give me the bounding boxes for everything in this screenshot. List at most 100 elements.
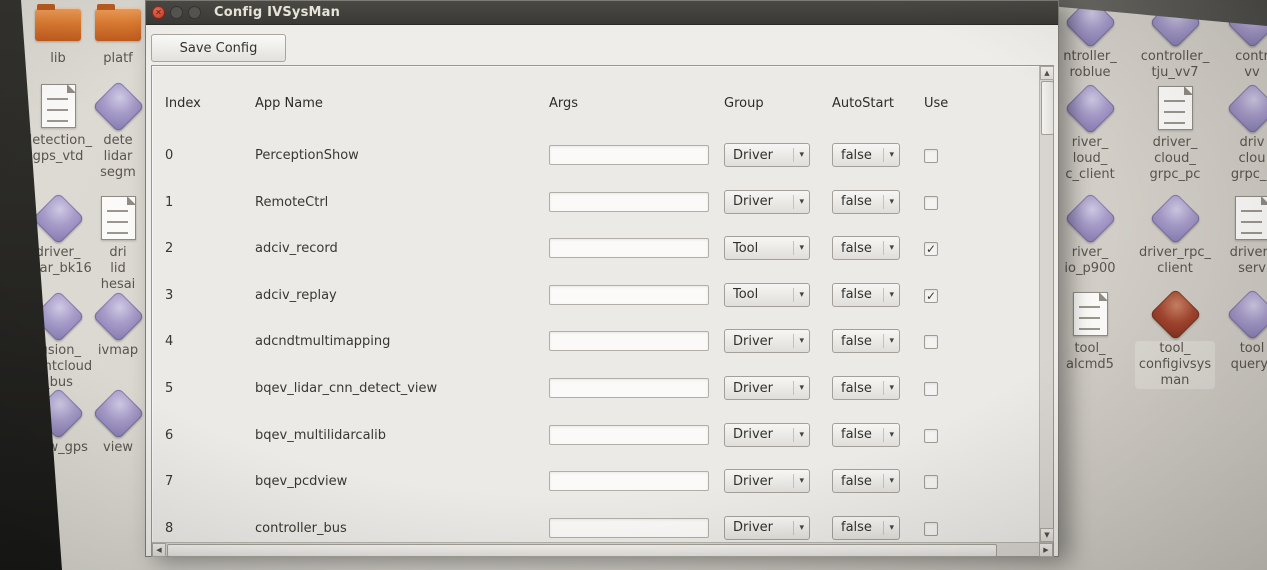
scroll-down-button[interactable]: ▼ bbox=[1040, 528, 1054, 542]
group-dropdown[interactable]: Driver ▾ bbox=[724, 329, 810, 353]
args-input[interactable] bbox=[549, 425, 709, 445]
scroll-up-icon: ▲ bbox=[1044, 69, 1049, 77]
table-row: 3 adciv_replay Tool ▾ false ▾ ✓ bbox=[152, 273, 1040, 319]
autostart-dropdown[interactable]: false ▾ bbox=[832, 423, 900, 447]
diamond-icon bbox=[92, 80, 144, 132]
chevron-down-icon: ▾ bbox=[793, 474, 809, 488]
row-app-name: bqev_lidar_cnn_detect_view bbox=[255, 381, 437, 396]
use-checkbox[interactable] bbox=[924, 149, 938, 163]
vertical-scrollbar[interactable]: ▲ ▼ bbox=[1039, 66, 1053, 542]
group-dropdown[interactable]: Driver ▾ bbox=[724, 423, 810, 447]
scroll-left-icon: ◀ bbox=[156, 546, 161, 554]
icon-label-line: grpc_s bbox=[1202, 167, 1267, 183]
autostart-value: false bbox=[833, 241, 883, 256]
folder-icon bbox=[95, 8, 141, 41]
icon-label-line: configivsys bbox=[1139, 357, 1211, 373]
use-checkbox[interactable] bbox=[924, 196, 938, 210]
use-checkbox[interactable] bbox=[924, 335, 938, 349]
autostart-dropdown[interactable]: false ▾ bbox=[832, 376, 900, 400]
chevron-down-icon: ▾ bbox=[793, 288, 809, 302]
autostart-dropdown[interactable]: false ▾ bbox=[832, 236, 900, 260]
group-dropdown[interactable]: Driver ▾ bbox=[724, 516, 810, 540]
autostart-dropdown[interactable]: false ▾ bbox=[832, 516, 900, 540]
group-value: Driver bbox=[725, 334, 793, 349]
autostart-value: false bbox=[833, 427, 883, 442]
autostart-dropdown[interactable]: false ▾ bbox=[832, 329, 900, 353]
desktop-icon-driver-serv[interactable]: driver_serv bbox=[1202, 196, 1267, 277]
group-dropdown[interactable]: Driver ▾ bbox=[724, 190, 810, 214]
diamond-icon bbox=[92, 290, 144, 342]
header-use: Use bbox=[924, 96, 948, 111]
diamond-icon bbox=[1064, 192, 1116, 244]
scroll-left-button[interactable]: ◀ bbox=[152, 543, 166, 557]
diamond-icon bbox=[1226, 288, 1267, 340]
args-input[interactable] bbox=[549, 331, 709, 351]
window-title: Config IVSysMan bbox=[214, 5, 340, 20]
desktop-icon-driver-cloud-grpc-s[interactable]: drivclougrpc_s bbox=[1202, 86, 1267, 183]
args-input[interactable] bbox=[549, 145, 709, 165]
icon-label: contrvv bbox=[1202, 49, 1267, 81]
autostart-dropdown[interactable]: false ▾ bbox=[832, 283, 900, 307]
row-app-name: adciv_replay bbox=[255, 288, 337, 303]
chevron-down-icon: ▾ bbox=[883, 148, 899, 162]
header-autostart: AutoStart bbox=[832, 96, 894, 111]
group-value: Tool bbox=[725, 287, 793, 302]
autostart-dropdown[interactable]: false ▾ bbox=[832, 190, 900, 214]
group-dropdown[interactable]: Tool ▾ bbox=[724, 283, 810, 307]
desktop-icon-tool-queryr[interactable]: toolqueryr bbox=[1202, 292, 1267, 373]
use-checkbox[interactable]: ✓ bbox=[924, 242, 938, 256]
doc-icon bbox=[1073, 292, 1108, 336]
group-dropdown[interactable]: Driver ▾ bbox=[724, 469, 810, 493]
row-index: 7 bbox=[165, 474, 173, 489]
icon-label-line: serv bbox=[1202, 261, 1267, 277]
vertical-scroll-thumb[interactable] bbox=[1041, 81, 1054, 135]
save-config-button[interactable]: Save Config bbox=[151, 34, 286, 62]
use-checkbox[interactable]: ✓ bbox=[924, 289, 938, 303]
icon-label: toolqueryr bbox=[1202, 341, 1267, 373]
row-app-name: adcndtmultimapping bbox=[255, 334, 390, 349]
diamond-red-icon bbox=[1149, 288, 1201, 340]
chevron-down-icon: ▾ bbox=[883, 474, 899, 488]
group-dropdown[interactable]: Driver ▾ bbox=[724, 143, 810, 167]
group-dropdown[interactable]: Tool ▾ bbox=[724, 236, 810, 260]
use-checkbox[interactable] bbox=[924, 475, 938, 489]
table-row: 1 RemoteCtrl Driver ▾ false ▾ bbox=[152, 180, 1040, 226]
autostart-value: false bbox=[833, 520, 883, 535]
use-checkbox[interactable] bbox=[924, 429, 938, 443]
autostart-value: false bbox=[833, 287, 883, 302]
horizontal-scrollbar[interactable]: ◀ ▶ bbox=[152, 542, 1053, 556]
use-checkbox[interactable] bbox=[924, 382, 938, 396]
use-checkbox[interactable] bbox=[924, 522, 938, 536]
autostart-dropdown[interactable]: false ▾ bbox=[832, 143, 900, 167]
icon-label-line: queryr bbox=[1202, 357, 1267, 373]
diamond-icon bbox=[92, 387, 144, 439]
group-value: Driver bbox=[725, 194, 793, 209]
autostart-dropdown[interactable]: false ▾ bbox=[832, 469, 900, 493]
diamond-icon bbox=[1149, 192, 1201, 244]
close-button[interactable]: ✕ bbox=[152, 6, 165, 19]
group-dropdown[interactable]: Driver ▾ bbox=[724, 376, 810, 400]
table-row: 5 bqev_lidar_cnn_detect_view Driver ▾ fa… bbox=[152, 366, 1040, 412]
scroll-up-button[interactable]: ▲ bbox=[1040, 66, 1054, 80]
chevron-down-icon: ▾ bbox=[883, 241, 899, 255]
autostart-value: false bbox=[833, 334, 883, 349]
chevron-down-icon: ▾ bbox=[793, 148, 809, 162]
args-input[interactable] bbox=[549, 471, 709, 491]
args-input[interactable] bbox=[549, 285, 709, 305]
icon-label-line: vv bbox=[1202, 65, 1267, 81]
maximize-button[interactable] bbox=[188, 6, 201, 19]
table-frame: Index App Name Args Group AutoStart Use … bbox=[151, 65, 1054, 557]
titlebar[interactable]: ✕ Config IVSysMan bbox=[146, 1, 1058, 25]
args-input[interactable] bbox=[549, 238, 709, 258]
args-input[interactable] bbox=[549, 192, 709, 212]
chevron-down-icon: ▾ bbox=[793, 381, 809, 395]
minimize-button[interactable] bbox=[170, 6, 183, 19]
scroll-right-button[interactable]: ▶ bbox=[1039, 543, 1053, 557]
icon-label-line: contr bbox=[1202, 49, 1267, 65]
args-input[interactable] bbox=[549, 518, 709, 538]
horizontal-scroll-thumb[interactable] bbox=[167, 544, 997, 557]
diamond-icon bbox=[1064, 82, 1116, 134]
args-input[interactable] bbox=[549, 378, 709, 398]
icon-label-line: tool bbox=[1202, 341, 1267, 357]
chevron-down-icon: ▾ bbox=[793, 241, 809, 255]
